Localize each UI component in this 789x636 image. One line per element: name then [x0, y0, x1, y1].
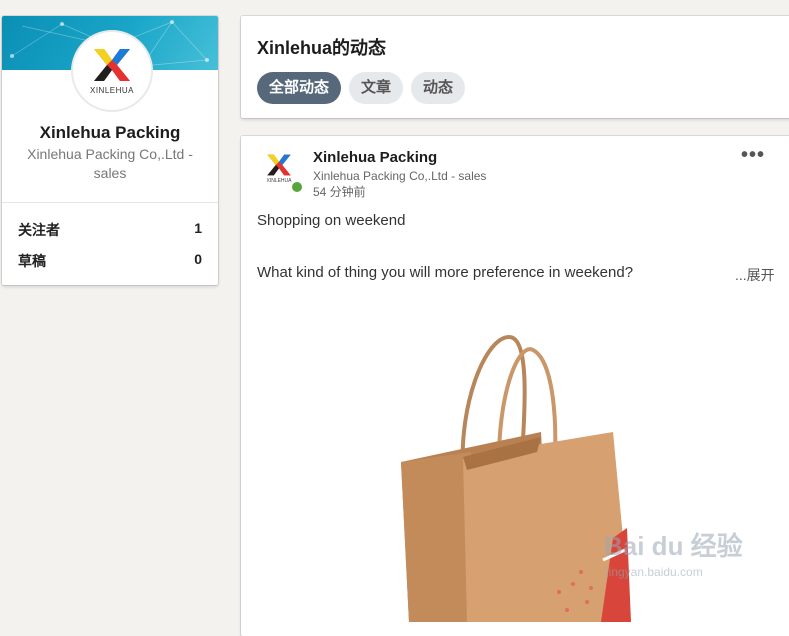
post-author-meta: Xinlehua Packing Co,.Ltd - sales 54 分钟前 — [313, 168, 486, 200]
post-card: XINLEHUA Xinlehua Packing Xinlehua Packi… — [241, 136, 789, 636]
post-author-name[interactable]: Xinlehua Packing — [313, 149, 437, 166]
tab-updates[interactable]: 动态 — [411, 72, 466, 104]
stat-followers[interactable]: 关注者 1 — [18, 220, 202, 240]
post-text-line: What kind of thing you will more prefere… — [257, 264, 634, 281]
online-status-icon — [290, 180, 304, 194]
tab-articles[interactable]: 文章 — [349, 72, 404, 104]
logo-text: XINLEHUA — [89, 86, 134, 95]
watermark-main: Bai du 经验 — [604, 531, 743, 561]
filter-tabs: 全部动态 文章 动态 — [257, 72, 466, 104]
feed-header-card: Xinlehua的动态 全部动态 文章 动态 — [241, 16, 789, 118]
profile-card: XINLEHUA Xinlehua Packing Xinlehua Packi… — [2, 16, 218, 285]
watermark: Bai du 经验 jingyan.baidu.com — [604, 526, 754, 596]
ellipsis-icon[interactable]: ••• — [741, 144, 765, 167]
logo-text: XINLEHUA — [266, 178, 292, 184]
divider — [2, 202, 218, 203]
company-logo[interactable]: XINLEHUA — [71, 30, 153, 112]
stat-value: 0 — [194, 251, 202, 267]
feed-title: Xinlehua的动态 — [257, 38, 387, 58]
stat-value: 1 — [194, 220, 202, 236]
stat-label: 关注者 — [18, 222, 60, 238]
post-author-subtitle: Xinlehua Packing Co,.Ltd - sales — [313, 169, 487, 183]
profile-subtitle: Xinlehua Packing Co,.Ltd - sales — [27, 146, 193, 181]
x-logo-icon — [94, 49, 130, 81]
profile-name[interactable]: Xinlehua Packing — [2, 123, 218, 143]
tab-all[interactable]: 全部动态 — [257, 72, 342, 104]
expand-link[interactable]: ...展开 — [735, 265, 775, 285]
post-timestamp: 54 分钟前 — [313, 185, 366, 199]
watermark-sub: jingyan.baidu.com — [606, 565, 703, 579]
stat-label: 草稿 — [18, 253, 46, 269]
x-logo-icon — [267, 154, 291, 176]
stat-drafts[interactable]: 草稿 0 — [18, 251, 202, 271]
post-text-line: Shopping on weekend — [257, 212, 406, 229]
